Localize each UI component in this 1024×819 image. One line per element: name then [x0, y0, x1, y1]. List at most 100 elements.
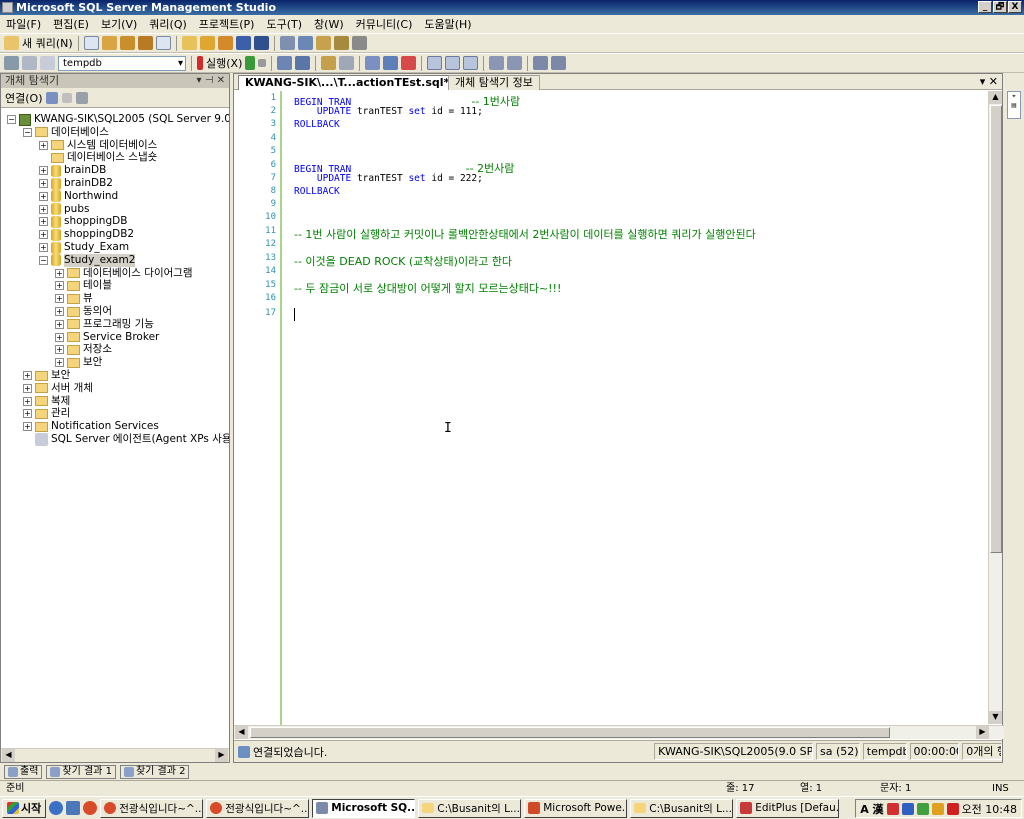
expand-icon[interactable]: + [39, 217, 48, 227]
menu-help[interactable]: 도움말(H) [424, 16, 471, 32]
tab-find-results-2[interactable]: 찾기 결과 2 [119, 764, 190, 779]
add-item-icon[interactable] [217, 36, 233, 50]
results-text-icon[interactable] [365, 56, 381, 70]
menu-community[interactable]: 커뮤니티(C) [356, 16, 413, 32]
tree-node[interactable]: SQL Server 에이전트(Agent XPs 사용 안 [23, 433, 229, 446]
client-stats-icon[interactable] [339, 56, 355, 70]
clock[interactable]: 오전 10:48 [962, 801, 1017, 817]
oe-stop-icon[interactable] [62, 92, 73, 103]
tree-node[interactable]: + 저장소 [55, 343, 112, 356]
tab-find-results-1[interactable]: 찾기 결과 1 [46, 764, 116, 779]
task-chrome-2[interactable]: 전광식입니다~^... [206, 798, 310, 818]
scroll-left-arrow[interactable]: ◀ [235, 726, 248, 739]
results-to-text-icon[interactable] [427, 56, 443, 70]
analysis-query-icon[interactable] [119, 36, 135, 50]
new-query-icon[interactable] [4, 36, 19, 50]
tree-node[interactable]: + Notification Services [23, 420, 159, 433]
comment-icon[interactable] [489, 56, 505, 70]
collapse-icon[interactable]: − [23, 127, 32, 137]
expand-icon[interactable]: + [23, 396, 32, 406]
expand-icon[interactable]: + [23, 422, 32, 432]
expand-icon[interactable]: + [55, 307, 64, 316]
task-ssms[interactable]: Microsoft SQ... [312, 798, 416, 818]
filter-icon[interactable] [76, 91, 89, 104]
oe-horizontal-scrollbar[interactable]: ◀ ▶ [1, 748, 229, 762]
tab-object-explorer-details[interactable]: 개체 탐색기 정보 [448, 75, 540, 90]
expand-icon[interactable]: + [23, 383, 32, 393]
template-explorer-icon[interactable] [315, 36, 331, 50]
collapse-icon[interactable]: − [39, 255, 48, 265]
tree-node[interactable]: + shoppingDB2 [39, 228, 134, 241]
estimated-plan-icon[interactable] [277, 56, 293, 70]
close-button[interactable]: X [1008, 1, 1022, 13]
db-engine-query-icon[interactable] [101, 36, 117, 50]
code-area[interactable]: BEGIN TRAN -- 1번사람 UPDATE tranTEST set i… [294, 91, 984, 725]
oe-scroll-left[interactable]: ◀ [2, 749, 15, 762]
tree-node[interactable]: + shoppingDB [39, 215, 127, 228]
save-icon[interactable] [235, 36, 251, 50]
tray-app-icon-4[interactable] [931, 802, 944, 815]
expand-icon[interactable]: + [39, 140, 48, 150]
ime-indicator-icon[interactable]: A 漢 [860, 801, 883, 817]
tree-node[interactable]: + 서버 개체 [23, 382, 93, 395]
query-designer-icon[interactable] [295, 56, 311, 70]
tree-node[interactable]: 데이터베이스 스냅숏 [39, 151, 157, 164]
expand-icon[interactable]: + [55, 294, 64, 304]
editor-horizontal-scrollbar[interactable]: ◀ ▶ [234, 725, 1004, 739]
expand-icon[interactable]: + [55, 268, 64, 278]
object-explorer-icon[interactable] [297, 36, 313, 50]
results-to-file-icon[interactable] [463, 56, 479, 70]
properties-icon[interactable] [333, 36, 349, 50]
results-grid-icon[interactable] [383, 56, 399, 70]
scroll-right-arrow[interactable]: ▶ [976, 726, 989, 739]
connect-icon[interactable] [4, 56, 19, 70]
uncomment-icon[interactable] [507, 56, 523, 70]
expand-icon[interactable]: + [39, 191, 48, 201]
expand-icon[interactable]: + [55, 281, 64, 291]
expand-icon[interactable]: + [55, 345, 64, 355]
new-query-button[interactable]: 새 쿼리(N) [22, 35, 73, 51]
tree-node[interactable]: + 시스템 데이터베이스 [39, 139, 157, 152]
tree-node[interactable]: + brainDB [39, 164, 106, 177]
tray-app-icon-1[interactable] [886, 802, 899, 815]
tree-node[interactable]: + 데이터베이스 다이어그램 [55, 267, 193, 280]
show-desktop-icon[interactable] [66, 801, 81, 815]
menu-project[interactable]: 프로젝트(P) [199, 16, 255, 32]
results-file-icon[interactable] [401, 56, 417, 70]
menu-view[interactable]: 보기(V) [101, 16, 137, 32]
oe-connect-icon[interactable] [46, 91, 59, 104]
panel-pin-icon[interactable]: ▾ ⊣ ✕ [197, 74, 225, 88]
tree-node[interactable]: + Northwind [39, 190, 118, 203]
task-chrome-1[interactable]: 전광식입니다~^... [100, 798, 204, 818]
tree-node[interactable]: + 보안 [23, 369, 70, 382]
tab-close-icon[interactable]: ▾ ✕ [980, 75, 998, 88]
menu-file[interactable]: 파일(F) [6, 16, 41, 32]
menu-edit[interactable]: 편집(E) [53, 16, 89, 32]
decrease-indent-icon[interactable] [533, 56, 549, 70]
execute-icon[interactable] [197, 56, 203, 70]
tree-node[interactable]: + Study_Exam [39, 241, 129, 254]
expand-icon[interactable]: + [23, 371, 32, 380]
tree-node[interactable]: + 테이블 [55, 279, 112, 292]
registered-servers-icon[interactable] [279, 36, 295, 50]
tree-node[interactable]: + Service Broker [55, 331, 159, 344]
expand-icon[interactable]: + [55, 332, 64, 342]
expand-icon[interactable]: + [39, 204, 48, 214]
minimize-button[interactable]: _ [978, 1, 992, 13]
scroll-up-arrow[interactable]: ▲ [989, 91, 1002, 104]
task-explorer-1[interactable]: C:\Busanit의 L... [418, 798, 522, 818]
tree-node[interactable]: + 복제 [23, 395, 70, 408]
cancel-query-icon[interactable] [258, 59, 267, 67]
task-powerpoint[interactable]: Microsoft Powe... [524, 798, 628, 818]
open-project-icon[interactable] [199, 36, 215, 50]
results-to-grid-icon[interactable] [445, 56, 461, 70]
task-editplus[interactable]: EditPlus [Defau... [736, 798, 840, 818]
database-select[interactable]: tempdb [58, 55, 186, 71]
expand-icon[interactable]: + [39, 243, 48, 252]
execute-button[interactable]: 실행(X) [206, 55, 242, 71]
expand-icon[interactable]: + [39, 230, 48, 240]
tree-node[interactable]: + 동의어 [55, 305, 112, 318]
menu-query[interactable]: 쿼리(Q) [149, 16, 186, 32]
expand-icon[interactable]: + [39, 166, 48, 176]
restore-button[interactable]: 🗗 [993, 1, 1007, 13]
